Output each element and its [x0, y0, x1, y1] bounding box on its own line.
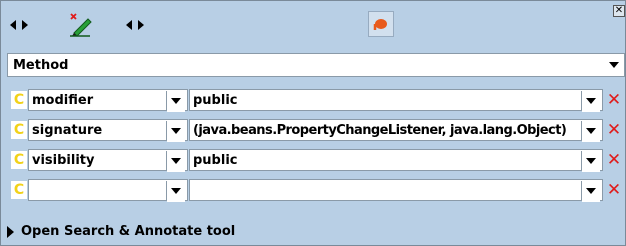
- attribute-key-select[interactable]: visibility: [28, 149, 188, 172]
- element-type-value: Method: [13, 58, 69, 73]
- attribute-value-select[interactable]: [189, 179, 603, 202]
- close-icon: ✕: [614, 5, 624, 16]
- chevron-down-icon[interactable]: [582, 90, 600, 112]
- expand-arrow-icon: [7, 226, 14, 238]
- chevron-down-icon[interactable]: [582, 150, 600, 172]
- open-search-annotate-toggle[interactable]: Open Search & Annotate tool: [7, 223, 407, 243]
- back-forward-arrows-icon[interactable]: [10, 19, 32, 31]
- attribute-value-select[interactable]: (java.beans.PropertyChangeListener, java…: [189, 119, 603, 142]
- attribute-row: C signature (java.beans.PropertyChangeLi…: [1, 119, 626, 142]
- attribute-key-select[interactable]: modifier: [28, 89, 188, 112]
- delete-row-button[interactable]: ✕: [605, 180, 623, 200]
- chevron-down-icon[interactable]: [605, 54, 623, 76]
- attribute-value-text: (java.beans.PropertyChangeListener, java…: [193, 123, 567, 138]
- attribute-key-value: visibility: [32, 153, 95, 168]
- close-button[interactable]: ✕: [613, 5, 625, 17]
- element-type-select[interactable]: Method: [7, 53, 625, 77]
- attribute-value-text: public: [193, 93, 238, 108]
- attribute-key-value: modifier: [32, 93, 94, 108]
- class-c-icon: C: [11, 121, 27, 139]
- chevron-down-icon[interactable]: [167, 120, 185, 142]
- annotation-panel: ✕ Method C modifier public ✕ C signature…: [0, 0, 626, 246]
- attribute-value-text: public: [193, 153, 238, 168]
- class-c-icon: C: [11, 91, 27, 109]
- toolbar: ✕: [1, 1, 626, 47]
- attribute-key-value: signature: [32, 123, 103, 138]
- annotate-pin-icon[interactable]: [368, 11, 394, 37]
- open-search-annotate-label: Open Search & Annotate tool: [21, 224, 236, 239]
- attribute-row: C modifier public ✕: [1, 89, 626, 112]
- attribute-row: C ✕: [1, 179, 626, 202]
- pencil-edit-icon[interactable]: [67, 11, 93, 37]
- chevron-down-icon[interactable]: [167, 90, 185, 112]
- chevron-down-icon[interactable]: [582, 180, 600, 202]
- attribute-key-select[interactable]: signature: [28, 119, 188, 142]
- attribute-value-select[interactable]: public: [189, 89, 603, 112]
- chevron-down-icon[interactable]: [582, 120, 600, 142]
- chevron-down-icon[interactable]: [167, 150, 185, 172]
- attribute-row: C visibility public ✕: [1, 149, 626, 172]
- delete-row-button[interactable]: ✕: [605, 120, 623, 140]
- class-c-icon: C: [11, 151, 27, 169]
- class-c-icon: C: [11, 181, 27, 199]
- delete-row-button[interactable]: ✕: [605, 90, 623, 110]
- attribute-value-select[interactable]: public: [189, 149, 603, 172]
- delete-row-button[interactable]: ✕: [605, 150, 623, 170]
- attribute-key-select[interactable]: [28, 179, 188, 202]
- back-forward-arrows-icon[interactable]: [126, 19, 148, 31]
- chevron-down-icon[interactable]: [167, 180, 185, 202]
